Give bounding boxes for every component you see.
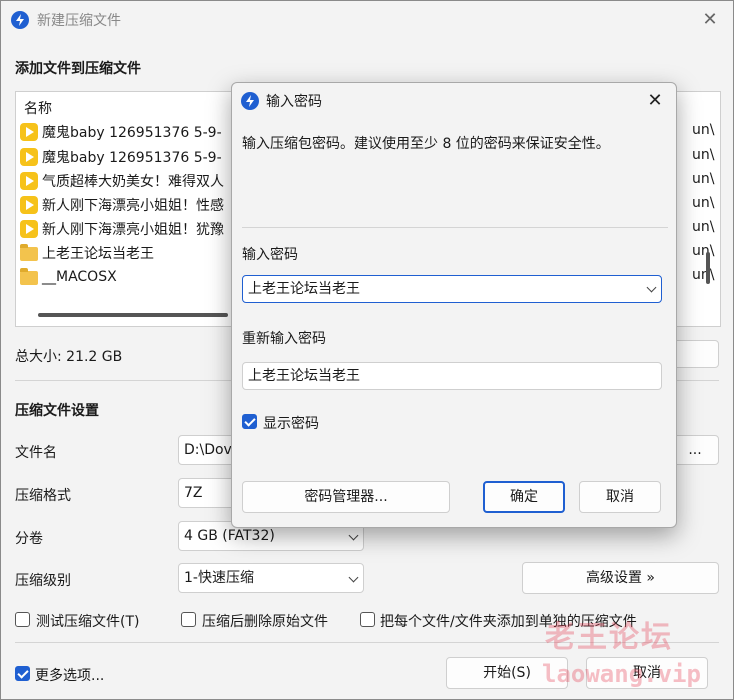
file-name: 新人刚下海漂亮小姐姐！犹豫 (42, 222, 224, 238)
list-item[interactable]: 新人刚下海漂亮小姐姐！性感 (20, 193, 224, 217)
video-file-icon (20, 196, 38, 214)
password-value: 上老王论坛当老王 (248, 281, 360, 297)
add-files-heading: 添加文件到压缩文件 (15, 61, 141, 77)
confirm-password-input[interactable]: 上老王论坛当老王 (242, 362, 662, 390)
format-label: 压缩格式 (15, 488, 71, 504)
divider (242, 227, 668, 228)
password-input[interactable]: 上老王论坛当老王 (242, 275, 662, 303)
show-password-label[interactable]: 显示密码 (263, 413, 319, 433)
horizontal-scrollbar[interactable] (38, 313, 228, 317)
name-column-header[interactable]: 名称 (24, 98, 52, 118)
level-select[interactable]: 1-快速压缩 (178, 563, 364, 593)
path-cell: un\ (692, 195, 715, 211)
file-action-button[interactable] (671, 340, 719, 368)
show-password-checkbox[interactable] (242, 414, 257, 429)
folder-name: __MACOSX (42, 269, 117, 285)
close-icon[interactable]: ✕ (638, 86, 672, 116)
folder-icon (20, 244, 38, 261)
dialog-description: 输入压缩包密码。建议使用至少 8 位的密码来保证安全性。 (242, 136, 610, 152)
list-item[interactable]: 上老王论坛当老王 (20, 241, 154, 265)
more-options-checkbox[interactable] (15, 666, 30, 681)
filename-label: 文件名 (15, 445, 57, 461)
file-name: 魔鬼baby 126951376 5-9- (42, 150, 222, 166)
chevron-down-icon[interactable] (646, 282, 657, 293)
password-manager-button[interactable]: 密码管理器... (242, 481, 450, 513)
password-dialog: 输入密码 ✕ 输入压缩包密码。建议使用至少 8 位的密码来保证安全性。 输入密码… (231, 82, 677, 528)
file-name: 魔鬼baby 126951376 5-9- (42, 125, 222, 141)
more-options-label[interactable]: 更多选项... (35, 665, 104, 685)
volume-label: 分卷 (15, 531, 43, 547)
path-cell: un\ (692, 147, 715, 163)
advanced-settings-button[interactable]: 高级设置 » (522, 562, 719, 594)
list-item[interactable]: __MACOSX (20, 265, 117, 289)
total-size: 总大小: 21.2 GB (15, 349, 123, 365)
path-cell: un\ (692, 122, 715, 138)
level-label: 压缩级别 (15, 573, 71, 589)
test-archive-checkbox[interactable] (15, 612, 30, 627)
confirm-password-label: 重新输入密码 (242, 331, 326, 347)
list-item[interactable]: 魔鬼baby 126951376 5-9- (20, 145, 222, 169)
bandizip-app-icon (241, 92, 259, 110)
video-file-icon (20, 172, 38, 190)
video-file-icon (20, 148, 38, 166)
chevron-down-icon (348, 572, 359, 583)
path-cell: un\ (692, 267, 715, 283)
list-item[interactable]: 新人刚下海漂亮小姐姐！犹豫 (20, 217, 224, 241)
vertical-scrollbar[interactable] (706, 252, 710, 284)
folder-name: 上老王论坛当老王 (42, 246, 154, 262)
browse-button[interactable]: ... (671, 435, 719, 465)
dialog-title: 输入密码 (266, 94, 322, 110)
separate-archives-checkbox[interactable] (360, 612, 375, 627)
dialog-cancel-button[interactable]: 取消 (579, 481, 661, 513)
path-cell: un\ (692, 243, 715, 259)
path-cell: un\ (692, 171, 715, 187)
path-cell: un\ (692, 219, 715, 235)
folder-icon (20, 268, 38, 285)
file-name: 气质超棒大奶美女！难得双人 (42, 174, 224, 190)
window-title: 新建压缩文件 (37, 13, 121, 29)
format-value: 7Z (184, 485, 203, 501)
level-value: 1-快速压缩 (184, 570, 254, 586)
volume-value: 4 GB (FAT32) (184, 528, 275, 544)
ok-button[interactable]: 确定 (483, 481, 565, 513)
video-file-icon (20, 220, 38, 238)
bandizip-app-icon (11, 11, 29, 29)
titlebar: 新建压缩文件 ✕ (1, 1, 733, 39)
watermark-url: laowang.vip (542, 660, 701, 688)
video-file-icon (20, 123, 38, 141)
watermark-text: 老王论坛 (545, 620, 673, 655)
test-archive-label[interactable]: 测试压缩文件(T) (36, 611, 139, 631)
list-item[interactable]: 魔鬼baby 126951376 5-9- (20, 120, 222, 144)
chevron-down-icon (348, 530, 359, 541)
file-name: 新人刚下海漂亮小姐姐！性感 (42, 198, 224, 214)
settings-heading: 压缩文件设置 (15, 403, 99, 419)
close-icon[interactable]: ✕ (693, 5, 727, 35)
delete-after-checkbox[interactable] (181, 612, 196, 627)
list-item[interactable]: 气质超棒大奶美女！难得双人 (20, 169, 224, 193)
delete-after-label[interactable]: 压缩后删除原始文件 (202, 611, 328, 631)
password-label: 输入密码 (242, 247, 298, 263)
